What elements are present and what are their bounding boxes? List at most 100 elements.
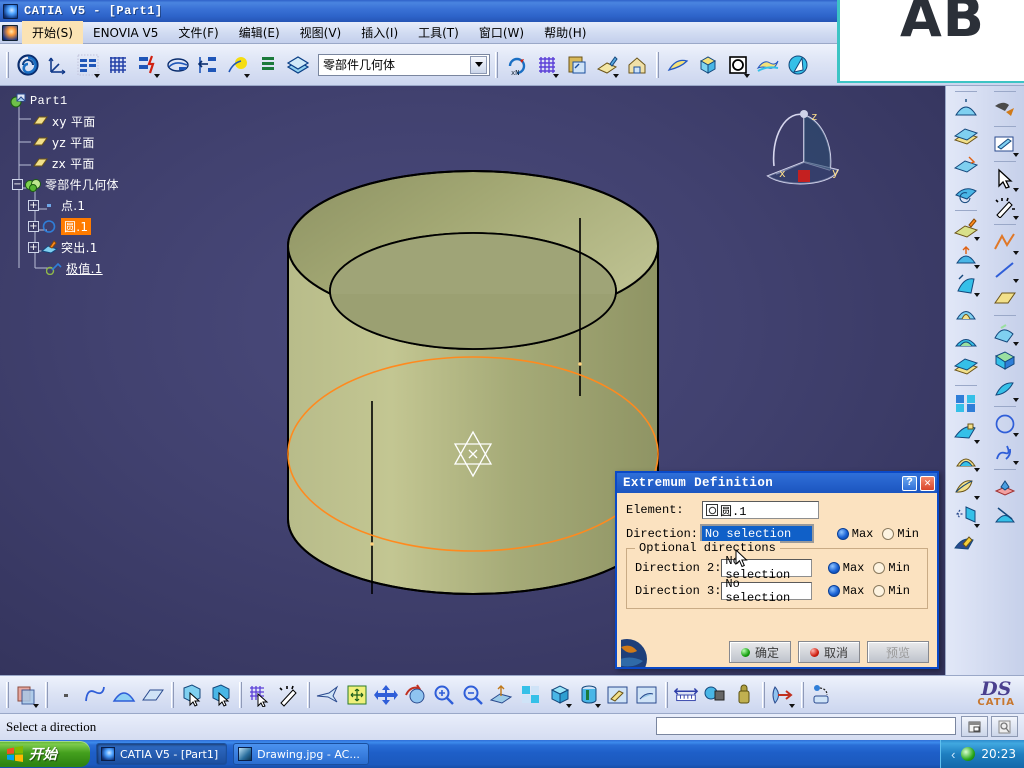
arc-icon[interactable] xyxy=(110,681,138,709)
menu-file[interactable]: 文件(F) xyxy=(168,21,228,44)
split-cube-icon[interactable] xyxy=(694,51,722,79)
geometry-set-combo[interactable]: 零部件几何体 xyxy=(318,53,490,76)
grid-pick-icon[interactable] xyxy=(246,681,274,709)
taskbar-item-catia[interactable]: CATIA V5 - [Part1] xyxy=(96,743,228,765)
extrude-surface-icon[interactable] xyxy=(950,95,982,123)
dropdown-arrow-icon[interactable] xyxy=(973,440,980,444)
sweep-surface-icon[interactable] xyxy=(950,151,982,179)
shaded-cube-icon[interactable] xyxy=(546,681,574,709)
hide-show-icon[interactable] xyxy=(604,681,632,709)
help-button[interactable]: ? xyxy=(902,475,917,491)
sketch-tracer-icon[interactable] xyxy=(164,51,192,79)
dropdown-arrow-icon[interactable] xyxy=(973,237,980,241)
direction3-max-radio[interactable]: Max xyxy=(827,584,864,598)
catia-doc-icon[interactable] xyxy=(2,24,18,41)
direction3-min-radio[interactable]: Min xyxy=(873,584,910,598)
dropdown-arrow-icon[interactable] xyxy=(1012,216,1019,220)
direction2-min-radio[interactable]: Min xyxy=(873,561,910,575)
tree-expand-icon[interactable] xyxy=(74,51,102,79)
toolbar-grip[interactable] xyxy=(656,51,659,78)
polyline-icon[interactable] xyxy=(989,228,1021,256)
multi-section-icon[interactable] xyxy=(950,298,982,326)
measure-inertia-icon[interactable] xyxy=(730,681,758,709)
start-button[interactable]: 开始 xyxy=(0,741,90,767)
window-restore-icon[interactable] xyxy=(961,716,988,737)
dropdown-arrow-icon[interactable] xyxy=(1012,188,1019,192)
cancel-button[interactable]: 取消 xyxy=(798,641,860,663)
patch-array-icon[interactable] xyxy=(950,389,982,417)
dropdown-arrow-icon[interactable] xyxy=(973,524,980,528)
axis-system-icon[interactable] xyxy=(44,51,72,79)
select-arrow-icon[interactable] xyxy=(989,165,1021,193)
menu-insert[interactable]: 插入(I) xyxy=(351,21,408,44)
tree-item-point1[interactable]: + 点.1 xyxy=(28,195,119,216)
status-input-field[interactable] xyxy=(656,717,956,735)
tree-item-extrude1[interactable]: + 突出.1 xyxy=(28,237,119,258)
trim-icon[interactable] xyxy=(950,445,982,473)
plane-shape-icon[interactable] xyxy=(139,681,167,709)
yellow-ribbon-icon[interactable] xyxy=(754,51,782,79)
tree-expand-toggle[interactable]: + xyxy=(28,200,39,211)
direction2-max-radio[interactable]: Max xyxy=(827,561,864,575)
dropdown-arrow-icon[interactable] xyxy=(1012,251,1019,255)
dropdown-arrow-icon[interactable] xyxy=(1012,461,1019,465)
dropdown-arrow-icon[interactable] xyxy=(1012,398,1019,402)
sphere-surface-icon[interactable] xyxy=(950,326,982,354)
extremum-definition-dialog[interactable]: Extremum Definition ? ✕ Element: 圆.1 Dir… xyxy=(615,471,939,669)
menu-view[interactable]: 视图(V) xyxy=(290,21,352,44)
magic-wand-icon[interactable] xyxy=(989,193,1021,221)
tray-clock[interactable]: 20:23 xyxy=(981,747,1016,761)
multi-view-icon[interactable] xyxy=(13,681,41,709)
tree-collapse-toggle[interactable]: − xyxy=(12,179,23,190)
toolbar-grip[interactable] xyxy=(495,51,498,78)
dropdown-arrow-icon[interactable] xyxy=(244,73,250,78)
measure-icon[interactable] xyxy=(672,681,700,709)
pick-edge-icon[interactable] xyxy=(207,681,235,709)
pick-face-icon[interactable] xyxy=(178,681,206,709)
toolbar-grip[interactable] xyxy=(307,681,310,708)
transform-icon[interactable] xyxy=(989,95,1021,123)
direction-min-radio[interactable]: Min xyxy=(882,527,919,541)
preview-icon[interactable] xyxy=(991,716,1018,737)
fit-all-icon[interactable] xyxy=(343,681,371,709)
menu-enovia[interactable]: ENOVIA V5 xyxy=(83,23,168,43)
menu-tools[interactable]: 工具(T) xyxy=(408,21,469,44)
dropdown-arrow-icon[interactable] xyxy=(744,73,750,78)
tray-chevron-icon[interactable]: ‹ xyxy=(951,747,955,762)
square-circle-icon[interactable] xyxy=(724,51,752,79)
point-icon[interactable] xyxy=(989,473,1021,501)
dropdown-arrow-icon[interactable] xyxy=(1012,433,1019,437)
grid-icon[interactable] xyxy=(104,51,132,79)
toolbar-grip[interactable] xyxy=(6,51,9,78)
stacked-lines-icon[interactable] xyxy=(254,51,282,79)
toolbar-grip[interactable] xyxy=(762,681,765,708)
toolbar-grip[interactable] xyxy=(45,681,48,708)
render-icon[interactable] xyxy=(808,681,836,709)
ok-button[interactable]: 确定 xyxy=(729,641,791,663)
menu-window[interactable]: 窗口(W) xyxy=(469,21,534,44)
swap-visible-icon[interactable] xyxy=(633,681,661,709)
tree-item-zx-plane[interactable]: zx 平面 xyxy=(32,153,119,174)
background-image-window[interactable]: AB xyxy=(837,0,1024,83)
render-style-icon[interactable] xyxy=(575,681,603,709)
thick-surface-icon[interactable] xyxy=(950,354,982,382)
menu-edit[interactable]: 编辑(E) xyxy=(229,21,290,44)
fly-mode-icon[interactable] xyxy=(314,681,342,709)
fill-surface-icon[interactable] xyxy=(950,214,982,242)
paste-special-icon[interactable] xyxy=(563,51,591,79)
tree-item-partbody[interactable]: − 零部件几何体 xyxy=(12,174,119,195)
plane-icon[interactable] xyxy=(989,284,1021,312)
tree-item-extremum1[interactable]: 极值.1 xyxy=(45,258,119,279)
rotate-view-icon[interactable] xyxy=(401,681,429,709)
chevron-down-icon[interactable] xyxy=(470,55,487,74)
sketch-edit-icon[interactable] xyxy=(593,51,621,79)
line-icon[interactable] xyxy=(989,256,1021,284)
menu-start[interactable]: 开始(S) xyxy=(22,21,83,44)
dialog-title-bar[interactable]: Extremum Definition ? ✕ xyxy=(617,473,937,493)
dropdown-arrow-icon[interactable] xyxy=(613,73,619,78)
pan-icon[interactable] xyxy=(372,681,400,709)
zoom-in-icon[interactable] xyxy=(430,681,458,709)
grid-snap-icon[interactable] xyxy=(533,51,561,79)
house-material-icon[interactable] xyxy=(623,51,651,79)
point-small-icon[interactable] xyxy=(52,681,80,709)
